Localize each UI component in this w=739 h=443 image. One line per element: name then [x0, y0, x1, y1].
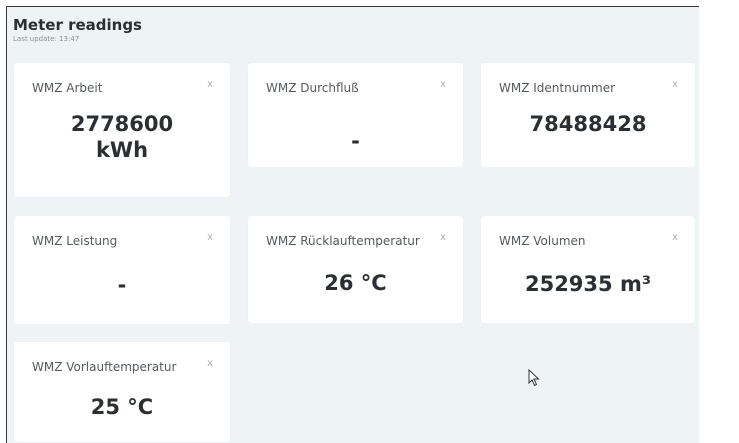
close-icon[interactable]: x	[440, 232, 446, 243]
card-value: 78488428	[529, 112, 647, 136]
card-title: WMZ Arbeit	[32, 81, 103, 95]
card-wmz-volumen: WMZ Volumen x 252935 m³	[481, 216, 695, 323]
close-icon[interactable]: x	[440, 79, 446, 90]
mouse-cursor-icon	[528, 368, 540, 391]
card-title: WMZ Rücklauftemperatur	[266, 234, 420, 248]
page-title: Meter readings	[13, 16, 142, 34]
card-title: WMZ Leistung	[32, 234, 118, 248]
card-value: -	[117, 273, 127, 297]
card-title: WMZ Volumen	[499, 234, 586, 248]
value-unit: kWh	[95, 138, 149, 162]
card-title: WMZ Durchfluß	[266, 81, 359, 95]
card-value: -	[351, 129, 360, 153]
card-wmz-vorlauftemperatur: WMZ Vorlauftemperatur x 25 °C	[14, 342, 230, 442]
card-wmz-leistung: WMZ Leistung x -	[14, 216, 230, 324]
card-wmz-durchfluss: WMZ Durchfluß x -	[248, 63, 463, 167]
close-icon[interactable]: x	[672, 79, 678, 90]
card-value: 26 °C	[324, 271, 387, 295]
card-title: WMZ Vorlauftemperatur	[32, 360, 177, 374]
card-title: WMZ Identnummer	[499, 81, 616, 95]
close-icon[interactable]: x	[672, 232, 678, 243]
close-icon[interactable]: x	[207, 232, 213, 243]
card-wmz-identnummer: WMZ Identnummer x 78488428	[481, 63, 695, 167]
header: Meter readings Last update: 13:47	[13, 16, 142, 43]
last-update-text: Last update: 13:47	[13, 35, 80, 43]
close-icon[interactable]: x	[207, 358, 213, 369]
close-icon[interactable]: x	[207, 79, 213, 90]
card-wmz-ruecklauftemperatur: WMZ Rücklauftemperatur x 26 °C	[248, 216, 463, 323]
card-value: 25 °C	[90, 395, 154, 419]
value-number: 2778600	[70, 112, 174, 136]
card-value: 2778600 kWh	[14, 111, 230, 163]
card-value: 252935 m³	[524, 272, 652, 296]
card-wmz-arbeit: WMZ Arbeit x 2778600 kWh	[14, 63, 230, 197]
